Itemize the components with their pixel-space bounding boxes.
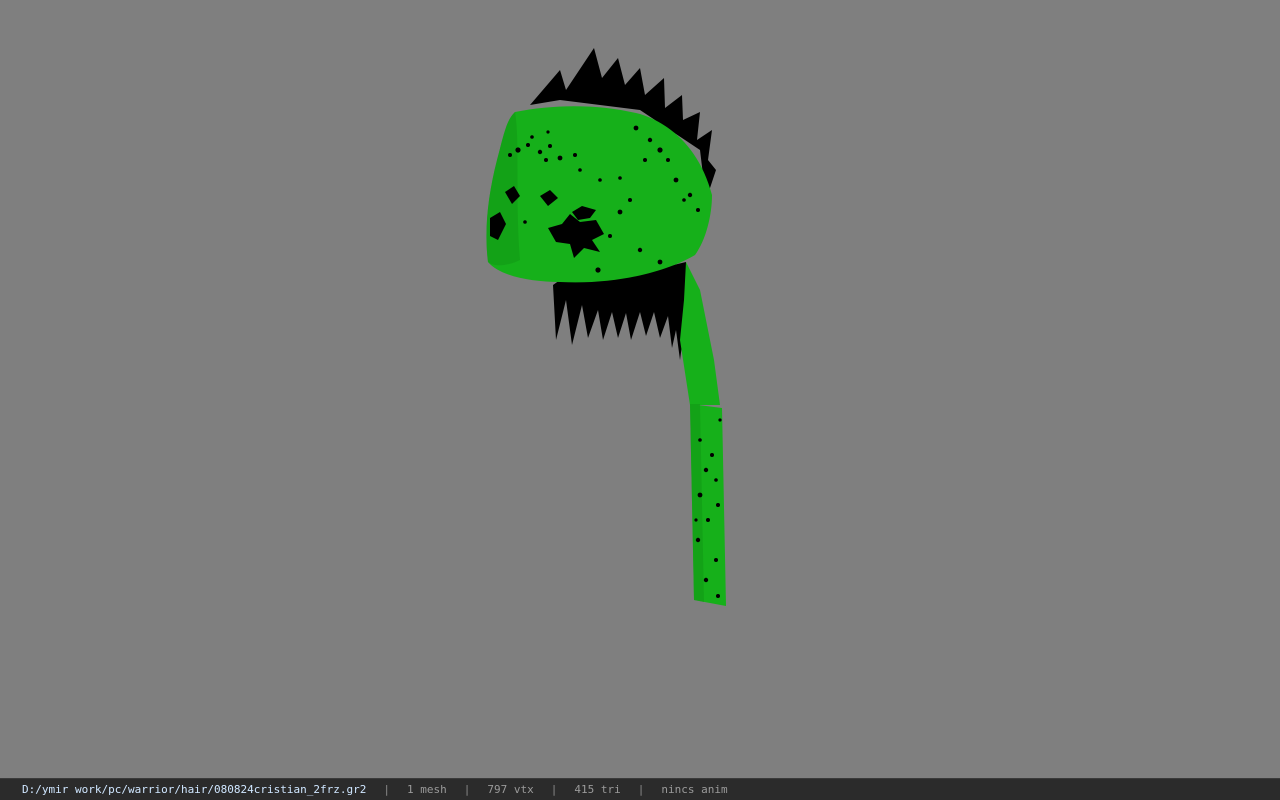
3d-viewport[interactable] [0, 0, 1280, 778]
vertex-count: 797 vtx [487, 783, 534, 796]
file-path: D:/ymir work/pc/warrior/hair/080824crist… [22, 783, 367, 796]
separator: | [463, 783, 471, 796]
mesh-count: 1 mesh [407, 783, 447, 796]
separator: | [550, 783, 558, 796]
anim-status: nincs anim [661, 783, 728, 796]
status-bar: D:/ymir work/pc/warrior/hair/080824crist… [0, 778, 1280, 800]
model-render[interactable] [0, 0, 1280, 778]
triangle-count: 415 tri [574, 783, 621, 796]
separator: | [383, 783, 390, 796]
separator: | [637, 783, 645, 796]
bandana-tail [680, 262, 726, 606]
